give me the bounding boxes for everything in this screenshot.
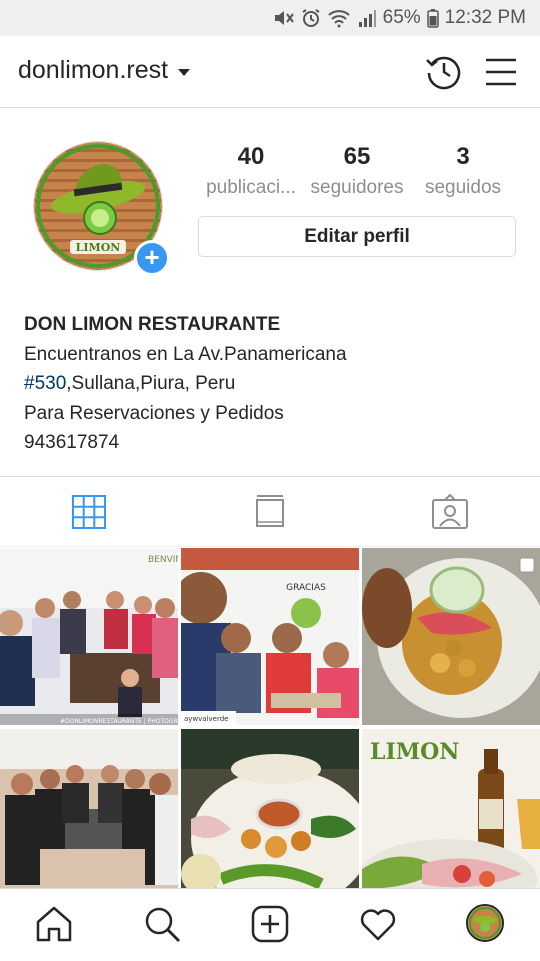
posts-label: publicaci... xyxy=(206,177,296,198)
carousel-icon xyxy=(519,557,535,573)
status-time: 12:32 PM xyxy=(444,7,526,28)
bio-line-1: Encuentranos en La Av.Panamericana xyxy=(24,343,347,365)
add-post-icon[interactable] xyxy=(250,904,290,944)
hashtag-link[interactable]: #530 xyxy=(24,373,66,394)
signal-icon xyxy=(357,8,377,28)
grid-icon[interactable] xyxy=(70,493,108,531)
feed-icon[interactable] xyxy=(251,493,289,531)
username-label: donlimon.rest xyxy=(18,56,169,84)
post-thumbnail[interactable] xyxy=(0,729,178,906)
bio-line-2: #530,Sullana,Piura, Peru xyxy=(24,369,524,399)
status-bar: 65% 12:32 PM xyxy=(0,0,540,36)
followers-count: 65 xyxy=(343,143,371,170)
tagged-icon[interactable] xyxy=(431,493,469,531)
stat-followers[interactable]: 65 seguidores xyxy=(302,143,412,199)
wall-sign: LIMON xyxy=(370,739,459,765)
post-thumbnail[interactable]: LIMON xyxy=(362,729,540,906)
posts-count: 40 xyxy=(237,143,265,170)
bio-line-3: Para Reservaciones y Pedidos xyxy=(24,402,284,424)
followers-label: seguidores xyxy=(310,177,404,198)
logo-text: LIMON xyxy=(76,241,121,254)
profile-bio: DON LIMON RESTAURANTE Encuentranos en La… xyxy=(24,310,524,458)
activity-icon[interactable] xyxy=(358,904,398,944)
profile-name: DON LIMON RESTAURANTE xyxy=(24,314,281,335)
wall-sign: BENVIN xyxy=(148,555,178,565)
post-thumbnail[interactable]: BENVIN #DONLIMONRESTAURANTE | PHOTOGR xyxy=(0,548,178,725)
search-icon[interactable] xyxy=(142,904,182,944)
following-count: 3 xyxy=(456,143,470,170)
chevron-down-icon xyxy=(178,68,191,76)
bio-line-2-text: ,Sullana,Piura, Peru xyxy=(66,373,236,394)
battery-icon xyxy=(426,8,439,28)
alarm-icon xyxy=(301,8,321,28)
home-icon[interactable] xyxy=(34,904,74,944)
history-icon[interactable] xyxy=(424,52,464,92)
menu-icon[interactable] xyxy=(481,52,521,92)
bio-phone: 943617874 xyxy=(24,432,120,453)
wifi-icon xyxy=(327,8,351,28)
battery-percent: 65% xyxy=(382,7,421,28)
following-label: seguidos xyxy=(424,177,502,198)
profile-avatar[interactable]: LIMON + xyxy=(33,141,170,276)
stat-posts[interactable]: 40 publicaci... xyxy=(196,143,306,199)
posts-grid: BENVIN #DONLIMONRESTAURANTE | PHOTOGR GR… xyxy=(0,548,540,906)
profile-icon[interactable] xyxy=(466,904,504,942)
account-switcher[interactable]: donlimon.rest xyxy=(18,56,191,85)
post-caption: #DONLIMONRESTAURANTE | PHOTOGR xyxy=(60,718,178,725)
wall-sign: GRACIAS xyxy=(286,583,326,593)
post-caption: aywvalverde xyxy=(184,715,229,723)
bottom-navigation xyxy=(0,888,540,961)
stat-following[interactable]: 3 seguidos xyxy=(408,143,518,199)
edit-profile-button[interactable]: Editar perfil xyxy=(198,216,516,257)
mute-icon xyxy=(273,8,295,28)
profile-header: donlimon.rest xyxy=(0,36,540,108)
post-thumbnail[interactable]: GRACIAS aywvalverde xyxy=(181,548,359,725)
post-thumbnail[interactable] xyxy=(362,548,540,725)
add-story-icon[interactable]: + xyxy=(134,240,170,276)
post-thumbnail[interactable] xyxy=(181,729,359,906)
profile-tabs xyxy=(0,476,540,547)
